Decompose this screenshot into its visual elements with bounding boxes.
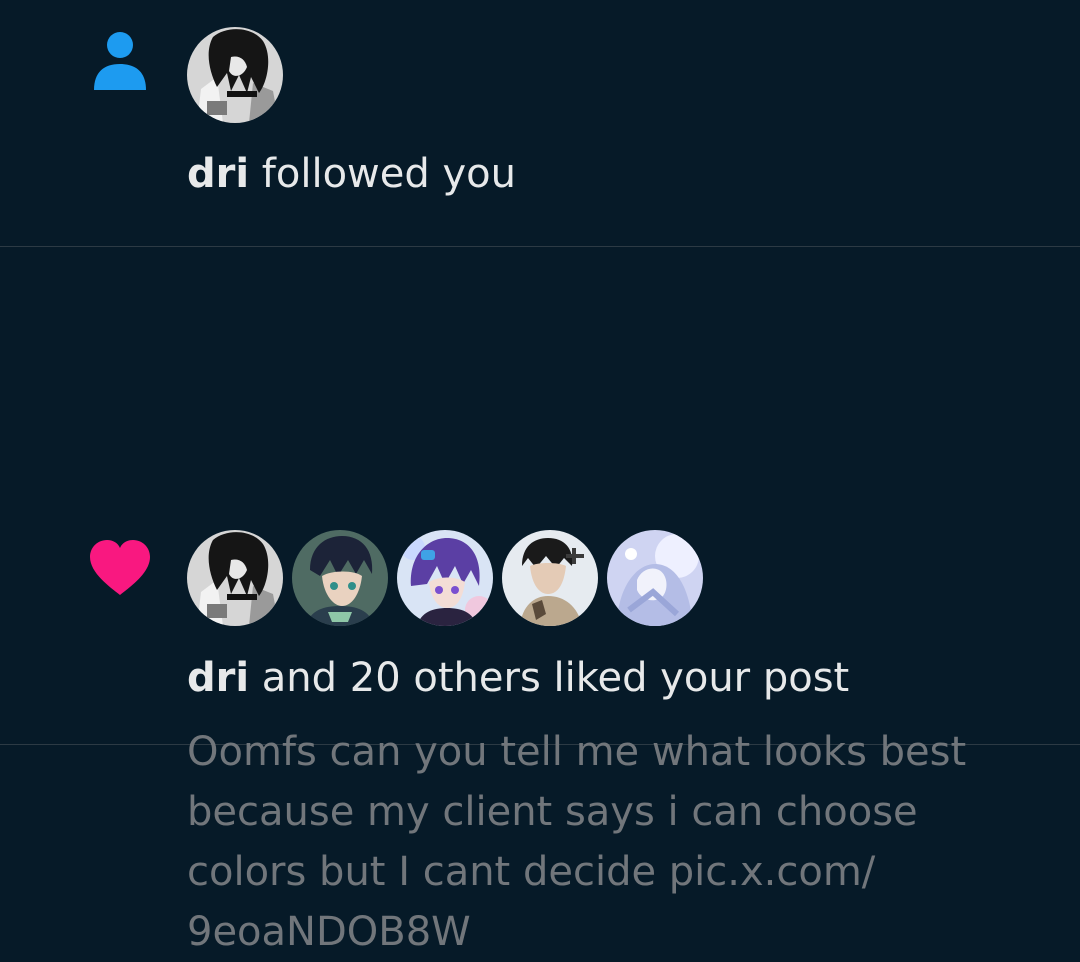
like-text: dri and 20 others liked your post: [187, 654, 849, 702]
heart-icon: [88, 539, 152, 597]
avatar-dri[interactable]: [187, 530, 283, 626]
avatar-user-5[interactable]: [607, 530, 703, 626]
avatar-row: [187, 27, 292, 123]
avatar-user-4[interactable]: [502, 530, 598, 626]
follow-action: followed you: [261, 151, 516, 197]
avatar-user-2[interactable]: [292, 530, 388, 626]
post-preview-text[interactable]: Oomfs can you tell me what looks best be…: [187, 722, 1027, 962]
follow-text: dri followed you: [187, 150, 516, 198]
follow-notification[interactable]: dri followed you: [0, 0, 1080, 247]
person-icon: [92, 32, 148, 92]
actor-name[interactable]: dri: [187, 655, 249, 701]
avatar-row: [187, 530, 712, 626]
like-action: and 20 others liked your post: [261, 655, 850, 701]
like-notification[interactable]: dri and 20 others liked your post Oomfs …: [0, 247, 1080, 955]
avatar-dri[interactable]: [187, 27, 283, 123]
actor-name[interactable]: dri: [187, 151, 249, 197]
avatar-user-3[interactable]: [397, 530, 493, 626]
